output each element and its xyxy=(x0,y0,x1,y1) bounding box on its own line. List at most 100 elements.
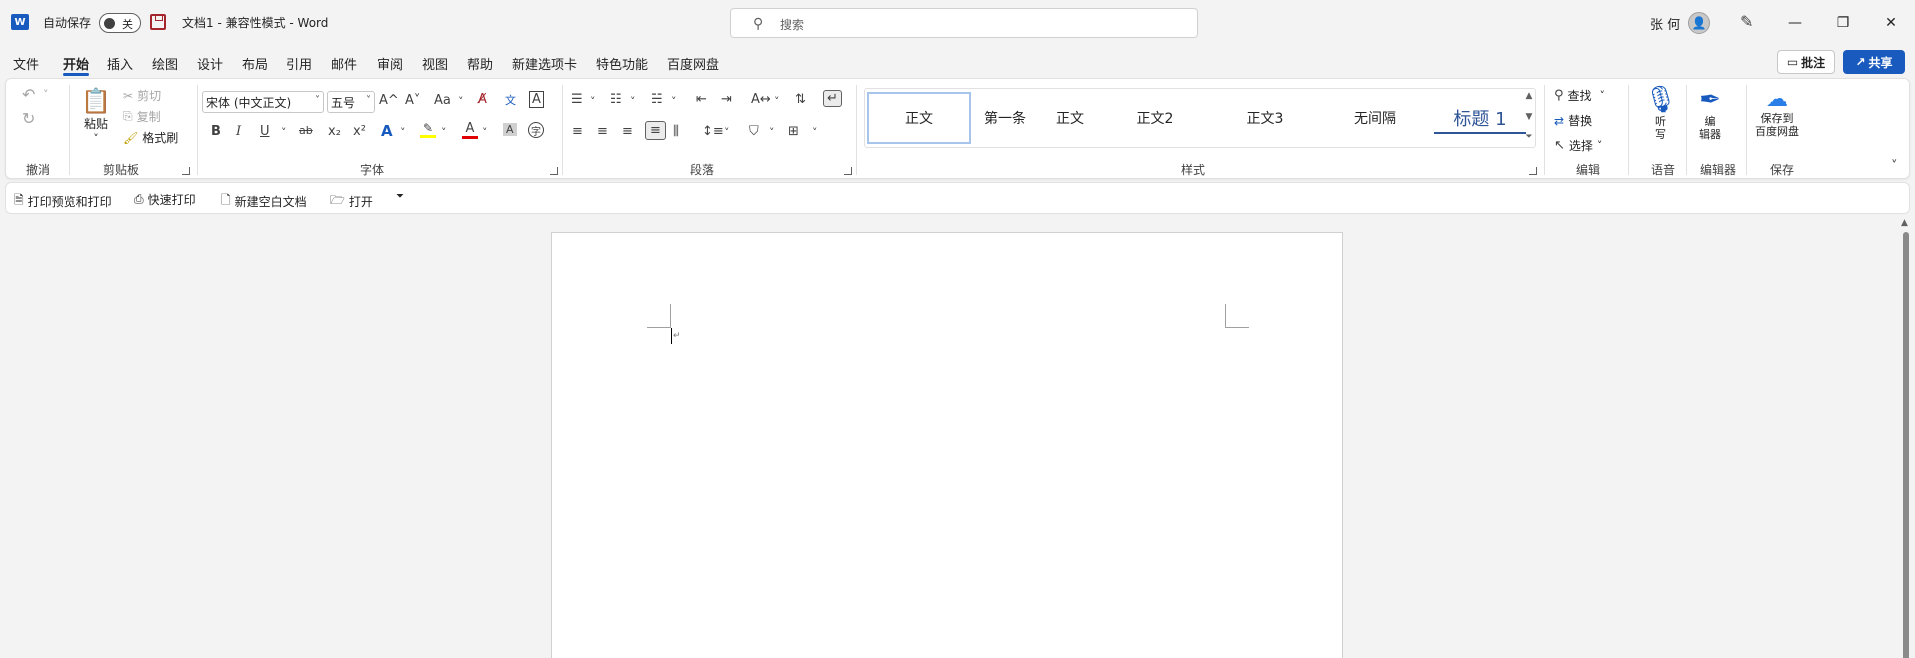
style-item[interactable]: 标题 1 xyxy=(1430,92,1530,144)
scroll-thumb[interactable] xyxy=(1903,232,1909,658)
tab-new[interactable]: 新建选项卡 xyxy=(512,54,577,74)
change-case-icon[interactable]: Aa xyxy=(434,93,451,108)
chinese-layout-icon[interactable]: A↔ xyxy=(751,92,771,107)
tab-file[interactable]: 文件 xyxy=(13,54,39,74)
vertical-scrollbar[interactable]: ▲ xyxy=(1900,218,1912,658)
chevron-down-icon[interactable]: ˅ xyxy=(441,126,447,139)
dictate-button[interactable]: 🎙 听 写 xyxy=(1644,85,1677,141)
editor-button[interactable]: ✒ 编 辑器 xyxy=(1699,85,1721,141)
tab-home[interactable]: 开始 xyxy=(63,54,90,76)
restore-button[interactable]: ❐ xyxy=(1820,0,1866,46)
clipboard-launcher-icon[interactable] xyxy=(182,167,190,175)
bullets-icon[interactable]: ☰ xyxy=(571,92,583,107)
chevron-down-icon[interactable]: ˅ xyxy=(774,95,780,108)
save-icon[interactable] xyxy=(150,14,166,30)
chevron-down-icon[interactable]: ˅ xyxy=(812,126,818,139)
avatar[interactable]: 👤 xyxy=(1688,12,1710,34)
bold-icon[interactable]: B xyxy=(211,124,221,139)
increase-indent-icon[interactable]: ⇥ xyxy=(721,92,732,107)
cut-button[interactable]: ✂ 剪切 xyxy=(123,87,161,104)
share-button[interactable]: ↗ 共享 xyxy=(1843,50,1905,74)
customize-qat-icon[interactable]: ⏷ xyxy=(396,191,404,202)
chevron-down-icon[interactable]: ˅ xyxy=(590,95,596,108)
style-item[interactable]: 正文2 xyxy=(1105,92,1205,144)
save-to-baidu-button[interactable]: ☁ 保存到 百度网盘 xyxy=(1755,87,1799,138)
tab-insert[interactable]: 插入 xyxy=(107,54,133,74)
collapse-ribbon-icon[interactable]: ˅ xyxy=(1891,159,1898,174)
shrink-font-icon[interactable]: A˅ xyxy=(405,93,420,108)
strikethrough-icon[interactable]: ab xyxy=(299,124,313,137)
chevron-down-icon[interactable]: ˅ xyxy=(769,126,775,139)
chevron-down-icon[interactable]: ˅ xyxy=(458,95,464,108)
comment-button[interactable]: ▭ 批注 xyxy=(1777,50,1835,74)
chevron-down-icon[interactable]: ˅ xyxy=(281,126,287,139)
chevron-down-icon[interactable]: ˅ xyxy=(400,126,406,139)
gallery-more-icon[interactable]: ⏷ xyxy=(1523,132,1535,142)
search-box[interactable]: ⚲ 搜索 xyxy=(730,8,1198,38)
decrease-indent-icon[interactable]: ⇤ xyxy=(696,92,707,107)
font-size-select[interactable]: 五号 ˅ xyxy=(327,91,375,113)
enclose-characters-icon[interactable]: 字 xyxy=(528,122,544,138)
style-item[interactable]: 无间隔 xyxy=(1320,92,1430,144)
show-formatting-marks-icon[interactable]: ↵ xyxy=(823,90,842,107)
paragraph-launcher-icon[interactable] xyxy=(844,167,852,175)
format-painter-button[interactable]: 🖌 格式刷 xyxy=(123,129,178,146)
tab-features[interactable]: 特色功能 xyxy=(596,54,648,74)
tab-mailings[interactable]: 邮件 xyxy=(331,54,357,74)
phonetic-guide-icon[interactable]: 文 xyxy=(505,92,516,108)
tab-baidu[interactable]: 百度网盘 xyxy=(667,54,719,74)
chevron-down-icon[interactable]: ˅ xyxy=(724,126,730,139)
underline-icon[interactable]: U xyxy=(260,124,270,139)
chevron-down-icon[interactable]: ˅ xyxy=(482,126,488,139)
tab-layout[interactable]: 布局 xyxy=(242,54,268,74)
justify-icon[interactable]: ≡ xyxy=(645,121,666,140)
document-page[interactable]: ↵ xyxy=(551,232,1343,658)
font-launcher-icon[interactable] xyxy=(550,167,558,175)
align-center-icon[interactable]: ≡ xyxy=(597,124,608,139)
undo-dropdown-icon[interactable]: ˅ xyxy=(43,88,49,101)
tab-help[interactable]: 帮助 xyxy=(467,54,493,74)
tab-design[interactable]: 设计 xyxy=(197,54,223,74)
copy-button[interactable]: ⎘ 复制 xyxy=(123,108,161,125)
font-color-button[interactable]: A xyxy=(462,121,478,139)
quick-print-button[interactable]: ⎙ 快速打印 xyxy=(134,191,196,208)
replace-button[interactable]: ⇄ 替换 xyxy=(1554,112,1592,129)
style-item[interactable]: 正文 xyxy=(1035,92,1105,144)
scroll-up-icon[interactable]: ▲ xyxy=(1901,218,1908,228)
character-border-icon[interactable]: A xyxy=(529,91,544,108)
clear-formatting-icon[interactable]: A̸ xyxy=(478,92,487,107)
borders-icon[interactable]: ⊞ xyxy=(788,124,799,139)
style-item[interactable]: 正文 xyxy=(867,92,971,144)
open-button[interactable]: 🗁 打开 xyxy=(330,191,373,212)
user-name[interactable]: 张 何 xyxy=(1650,14,1680,33)
tab-view[interactable]: 视图 xyxy=(422,54,448,74)
autosave-toggle[interactable]: 关 xyxy=(99,13,141,33)
gallery-scroll-down-icon[interactable]: ▼ xyxy=(1523,112,1535,122)
redo-icon[interactable]: ↻ xyxy=(22,109,35,128)
tab-references[interactable]: 引用 xyxy=(286,54,312,74)
subscript-icon[interactable]: x₂ xyxy=(328,124,341,139)
styles-launcher-icon[interactable] xyxy=(1529,167,1537,175)
select-button[interactable]: ↖ 选择 ˅ xyxy=(1554,137,1602,154)
tab-review[interactable]: 审阅 xyxy=(377,54,403,74)
gallery-scroll-up-icon[interactable]: ▲ xyxy=(1523,91,1535,101)
new-blank-document-button[interactable]: 🗋 新建空白文档 xyxy=(221,191,307,212)
text-effects-icon[interactable]: A xyxy=(381,122,393,140)
distributed-icon[interactable]: ⫼ xyxy=(673,124,679,139)
minimize-button[interactable]: — xyxy=(1772,0,1818,46)
font-name-select[interactable]: 宋体 (中文正文) ˅ xyxy=(202,91,324,113)
designer-pen-icon[interactable]: ✎ xyxy=(1740,12,1753,31)
highlight-button[interactable]: ✎ xyxy=(420,121,436,138)
superscript-icon[interactable]: x² xyxy=(353,124,366,139)
chevron-down-icon[interactable]: ˅ xyxy=(671,95,677,108)
grow-font-icon[interactable]: A^ xyxy=(379,93,399,108)
style-item[interactable]: 第一条 xyxy=(975,92,1035,144)
align-left-icon[interactable]: ≡ xyxy=(572,124,583,139)
character-shading-icon[interactable]: A xyxy=(503,123,517,136)
style-item[interactable]: 正文3 xyxy=(1210,92,1320,144)
italic-icon[interactable]: I xyxy=(236,124,241,139)
chevron-down-icon[interactable]: ˅ xyxy=(630,95,636,108)
numbering-icon[interactable]: ☷ xyxy=(610,92,622,107)
sort-icon[interactable]: ⇅ xyxy=(795,92,806,107)
print-preview-button[interactable]: 🗎 打印预览和打印 xyxy=(14,191,112,212)
